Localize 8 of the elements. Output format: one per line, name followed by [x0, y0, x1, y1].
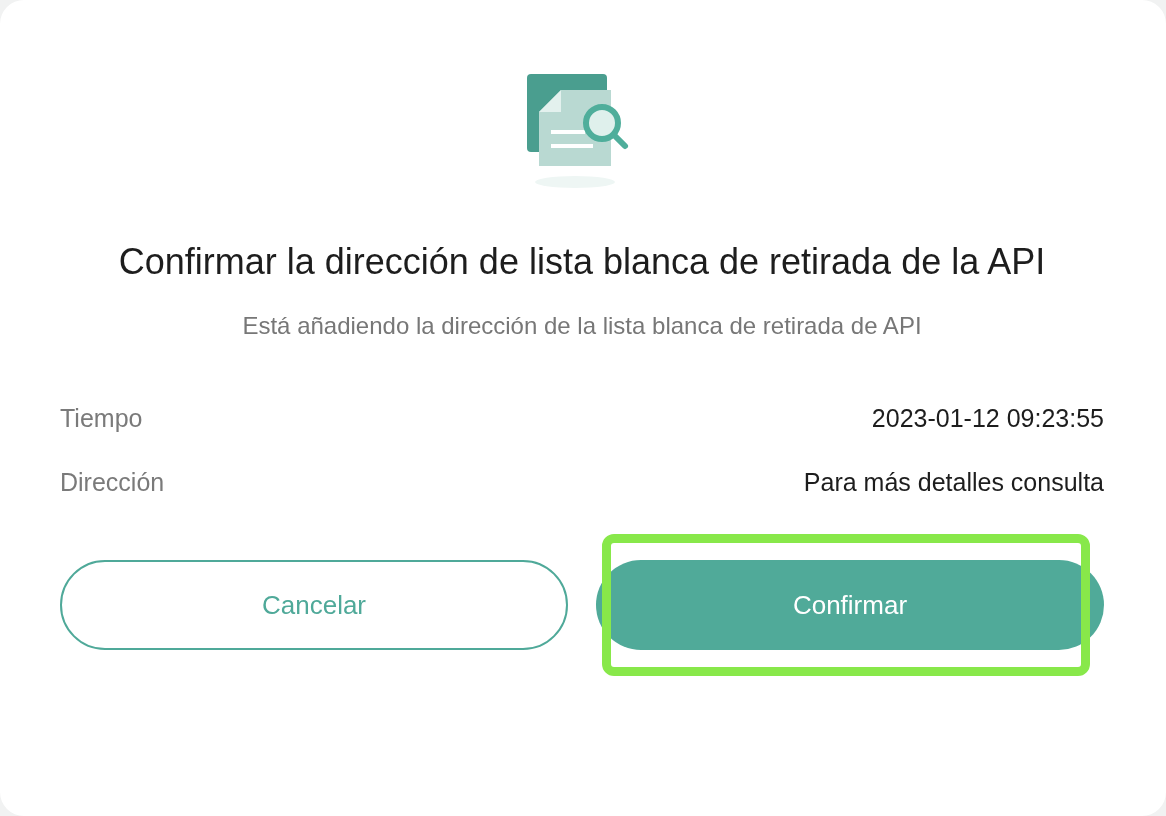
detail-label: Tiempo	[60, 403, 143, 434]
dialog-subtitle: Está añadiendo la dirección de la lista blanca de retirada de API	[241, 312, 923, 340]
detail-value: Para más detalles consulta	[803, 467, 1104, 498]
confirm-button[interactable]: Confirmar	[596, 560, 1104, 650]
detail-label: Dirección	[60, 467, 165, 498]
dialog-title: Confirmar la dirección de lista blanca de retirada de la API	[117, 240, 1047, 284]
cancel-button[interactable]: Cancelar	[60, 560, 568, 650]
detail-value: 2023-01-12 09:23:55	[871, 403, 1104, 434]
